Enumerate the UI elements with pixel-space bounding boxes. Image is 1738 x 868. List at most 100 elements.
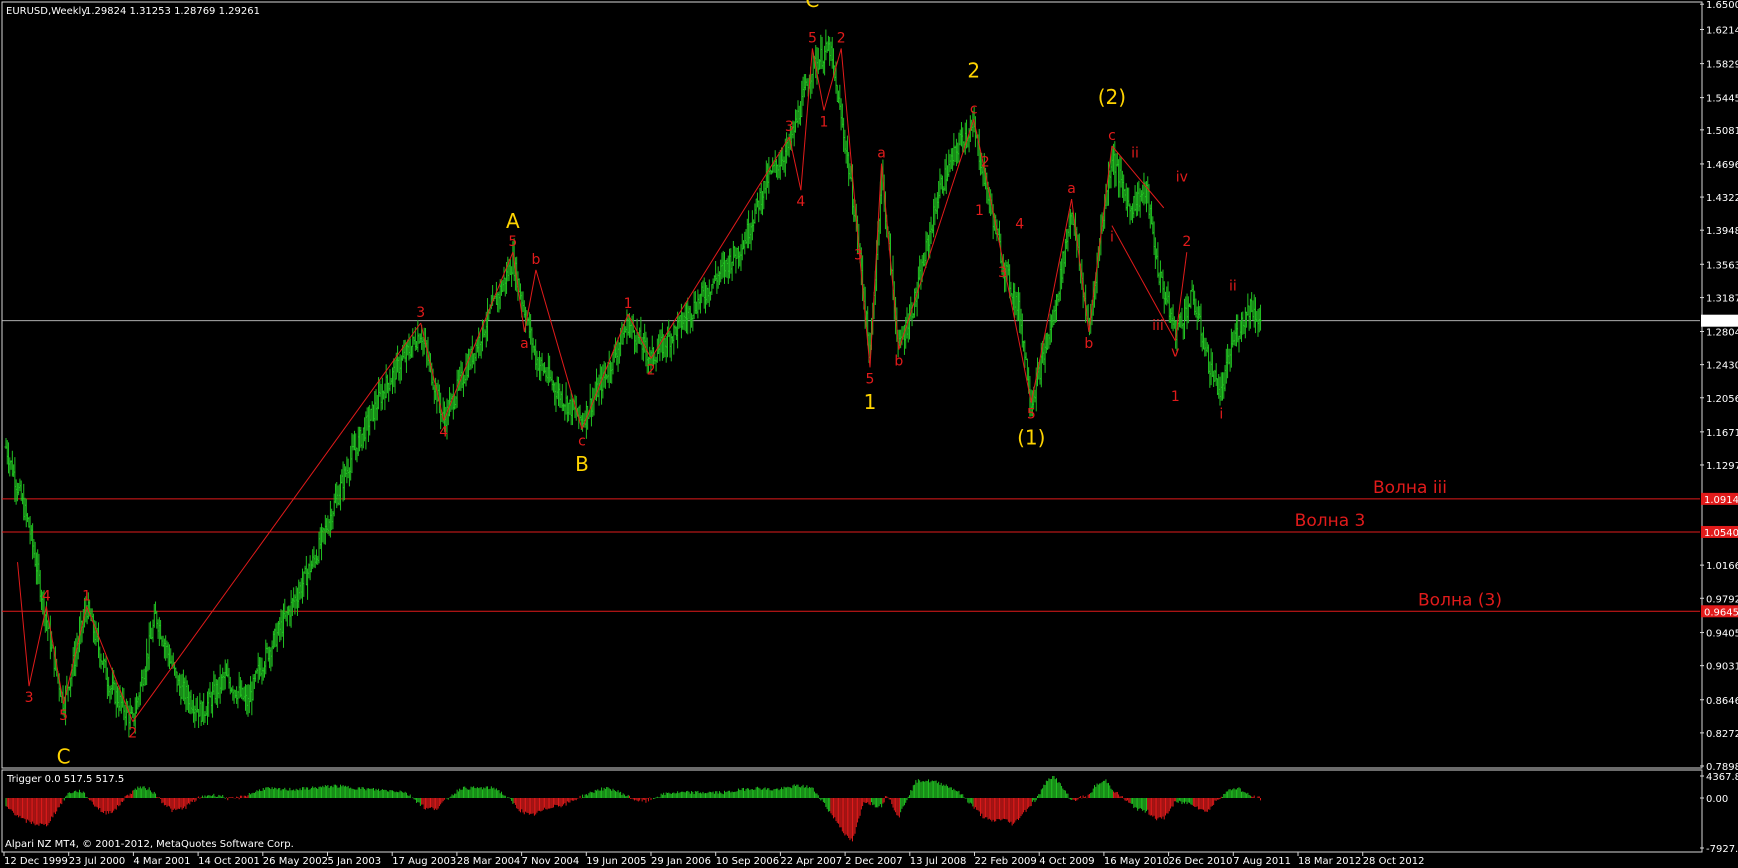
price-tick-label: 1.20560 xyxy=(1706,394,1738,405)
minor-wave-label: 4 xyxy=(439,424,448,440)
minor-wave-label: 5 xyxy=(808,30,817,46)
time-tick-label: 19 Jun 2005 xyxy=(586,856,646,867)
price-tick-label: 1.12970 xyxy=(1706,461,1738,472)
minor-wave-label: 2 xyxy=(837,30,846,46)
time-tick-label: 4 Oct 2009 xyxy=(1039,856,1094,867)
minor-wave-label: 2 xyxy=(128,726,137,742)
price-tick-label: 1.31870 xyxy=(1706,294,1738,305)
indicator-tick-label: 0.00 xyxy=(1706,794,1728,805)
time-tick-label: 29 Jan 2006 xyxy=(651,856,711,867)
time-tick-label: 16 May 2010 xyxy=(1104,856,1169,867)
trading-chart[interactable]: Волна iii 1.09142 Волна 3 1.05405 Волна (3) 0… xyxy=(0,0,1738,868)
time-tick-label: 22 Apr 2007 xyxy=(780,856,842,867)
minor-wave-label: 4 xyxy=(796,194,805,210)
minor-wave-label: v xyxy=(1171,345,1179,361)
minor-wave-label: 2 xyxy=(1182,234,1191,250)
price-tick-label: 1.58290 xyxy=(1706,60,1738,71)
time-tick-label: 26 Dec 2010 xyxy=(1169,856,1233,867)
minor-wave-label: c xyxy=(1108,128,1116,144)
time-tick-label: 26 May 2002 xyxy=(263,856,328,867)
price-tick-label: 1.43220 xyxy=(1706,193,1738,204)
minor-wave-label: i xyxy=(1110,230,1114,246)
price-tick-label: 0.97920 xyxy=(1706,594,1738,605)
time-tick-label: 2 Dec 2007 xyxy=(845,856,903,867)
price-tick-label: 1.46960 xyxy=(1706,160,1738,171)
time-tick-label: 4 Mar 2001 xyxy=(133,856,190,867)
minor-wave-label: i xyxy=(1219,407,1223,423)
minor-wave-label: ii xyxy=(1131,146,1139,162)
price-tick-label: 1.65000 xyxy=(1706,0,1738,11)
time-tick-label: 23 Jul 2000 xyxy=(69,856,126,867)
indicator-tick-label: -7927.2 xyxy=(1706,844,1738,855)
minor-wave-label: a xyxy=(877,146,886,162)
minor-wave-label: 4 xyxy=(1015,216,1024,232)
minor-wave-label: 3 xyxy=(998,265,1007,281)
copyright-text: Alpari NZ MT4, © 2001-2012, MetaQuotes S… xyxy=(5,839,294,850)
price-tick-label: 1.28040 xyxy=(1706,328,1738,339)
major-wave-label: (1) xyxy=(1017,425,1045,449)
price-tick-label: 0.94050 xyxy=(1706,629,1738,640)
price-tick-label: 1.16710 xyxy=(1706,428,1738,439)
minor-wave-label: 3 xyxy=(25,690,34,706)
minor-wave-label: b xyxy=(1084,336,1093,352)
minor-wave-label: 1 xyxy=(1171,389,1180,405)
minor-wave-label: 5 xyxy=(59,708,68,724)
price-tick-label: 0.90310 xyxy=(1706,662,1738,673)
time-tick-label: 22 Feb 2009 xyxy=(975,856,1037,867)
major-wave-label: 2 xyxy=(967,59,980,83)
minor-wave-label: 5 xyxy=(508,234,517,250)
level-label: Волна iii xyxy=(1373,478,1447,498)
minor-wave-label: 1 xyxy=(624,296,633,312)
chart-background xyxy=(0,0,1738,868)
price-tick-label: 0.82720 xyxy=(1706,729,1738,740)
price-tick-label: 1.24300 xyxy=(1706,361,1738,372)
price-tick-label: 1.54450 xyxy=(1706,94,1738,105)
major-wave-label: 1 xyxy=(864,390,877,414)
minor-wave-label: 5 xyxy=(1027,407,1036,423)
minor-wave-label: 3 xyxy=(854,247,863,263)
price-tick-label: 1.62140 xyxy=(1706,26,1738,37)
time-tick-label: 5 Jan 2003 xyxy=(328,856,382,867)
minor-wave-label: 5 xyxy=(866,371,875,387)
minor-wave-label: 2 xyxy=(981,154,990,170)
minor-wave-label: 1 xyxy=(82,588,91,604)
time-tick-label: 13 Jul 2008 xyxy=(910,856,967,867)
time-tick-label: 7 Aug 2011 xyxy=(1233,856,1291,867)
level-price-tag: 0.96450 xyxy=(1704,607,1738,618)
ohlc-values: 1.29824 1.31253 1.28769 1.29261 xyxy=(85,6,260,17)
symbol-title: EURUSD,Weekly xyxy=(6,6,87,17)
minor-wave-label: 4 xyxy=(42,588,51,604)
minor-wave-label: 1 xyxy=(975,203,984,219)
major-wave-label: C xyxy=(805,0,819,12)
minor-wave-label: 2 xyxy=(647,362,656,378)
indicator-tick-label: 4367.8 xyxy=(1706,772,1738,783)
minor-wave-label: a xyxy=(1067,181,1076,197)
time-tick-label: 12 Dec 1999 xyxy=(4,856,68,867)
major-wave-label: (2) xyxy=(1098,85,1126,109)
level-price-tag: 1.05405 xyxy=(1704,528,1738,539)
time-tick-label: 10 Sep 2006 xyxy=(716,856,779,867)
major-wave-label: B xyxy=(575,452,589,476)
level-label: Волна 3 xyxy=(1295,511,1366,531)
minor-wave-label: 3 xyxy=(416,305,425,321)
price-tick-label: 0.86460 xyxy=(1706,696,1738,707)
time-tick-label: 14 Oct 2001 xyxy=(198,856,260,867)
minor-wave-label: c xyxy=(578,433,586,449)
level-label: Волна (3) xyxy=(1418,590,1502,610)
time-tick-label: 7 Nov 2004 xyxy=(522,856,580,867)
time-tick-label: 28 Mar 2004 xyxy=(457,856,520,867)
time-tick-label: 18 Mar 2012 xyxy=(1298,856,1361,867)
time-tick-label: 17 Aug 2003 xyxy=(392,856,456,867)
minor-wave-label: a xyxy=(520,336,529,352)
minor-wave-label: ii xyxy=(1229,278,1237,294)
price-tick-label: 1.01660 xyxy=(1706,561,1738,572)
major-wave-label: A xyxy=(506,209,520,233)
minor-wave-label: 1 xyxy=(819,114,828,130)
minor-wave-label: iii xyxy=(1152,318,1164,334)
current-price-tag: 1.29261 xyxy=(1704,317,1738,328)
minor-wave-label: b xyxy=(531,252,540,268)
price-tick-label: 1.39480 xyxy=(1706,226,1738,237)
minor-wave-label: iv xyxy=(1176,169,1188,185)
time-tick-label: 28 Oct 2012 xyxy=(1363,856,1425,867)
price-tick-label: 1.50810 xyxy=(1706,126,1738,137)
